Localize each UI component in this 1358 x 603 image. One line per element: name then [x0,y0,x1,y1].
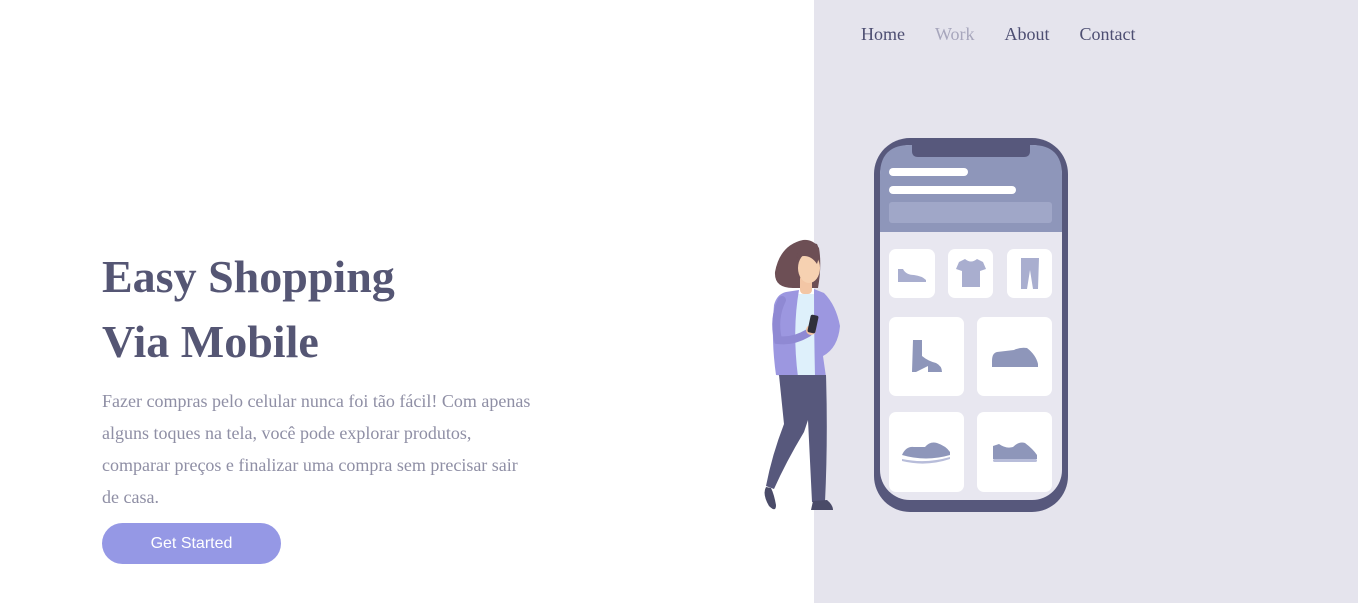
woman-illustration [764,239,840,510]
landing-page: Home Work About Contact Easy Shopping Vi… [0,0,1358,603]
product-card-pants [1007,249,1052,298]
phone-illustration [874,138,1068,512]
product-card-flat-shoe [889,249,935,298]
shopping-illustration [764,138,1068,512]
product-card-boot [889,317,964,396]
